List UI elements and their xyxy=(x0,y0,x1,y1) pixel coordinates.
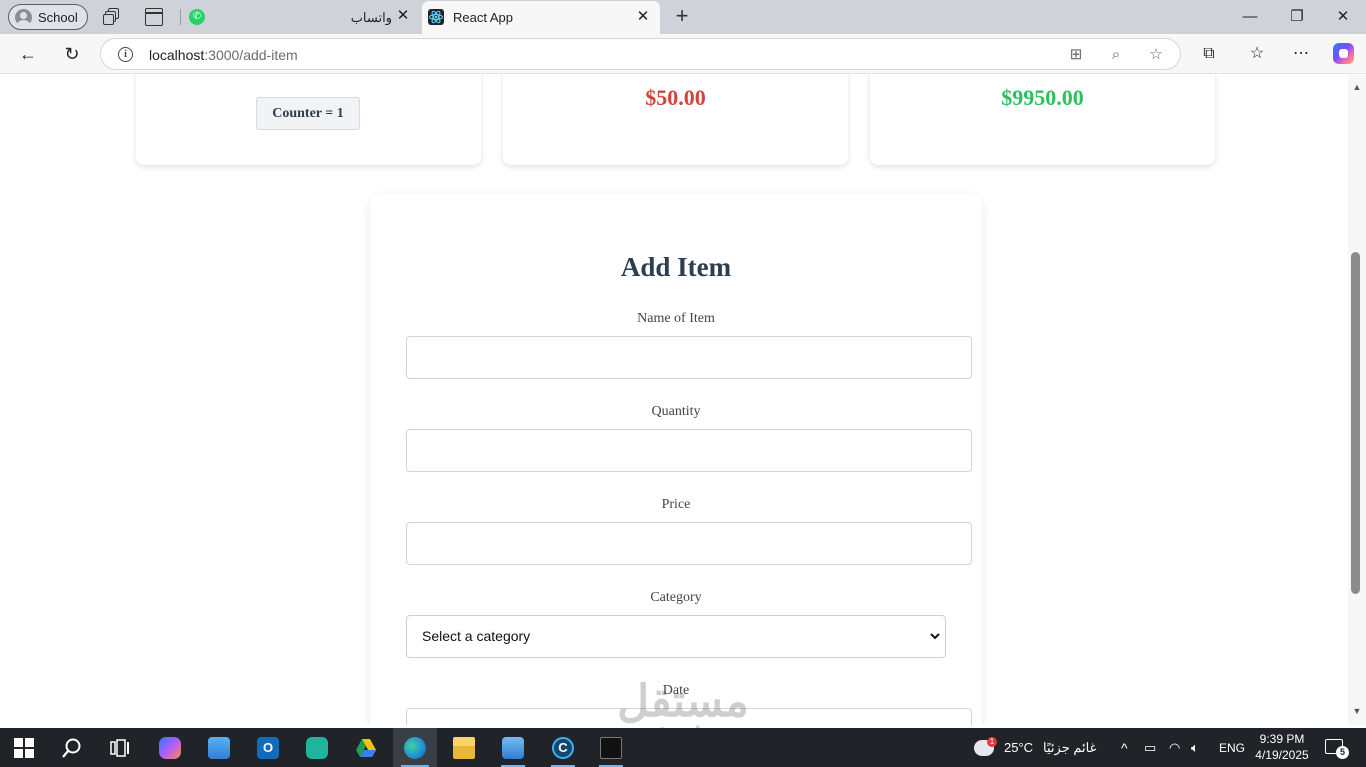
scrollbar-thumb[interactable] xyxy=(1351,252,1360,594)
app-icon xyxy=(306,736,328,759)
profile-label: School xyxy=(38,9,78,25)
page-scrollbar[interactable]: ▲ ▼ xyxy=(1348,75,1366,725)
tab-title: واتساب xyxy=(350,10,392,25)
tab-title: React App xyxy=(453,10,513,25)
system-clock[interactable]: 9:39 PM 4/19/2025 xyxy=(1250,731,1314,763)
clock-time: 9:39 PM xyxy=(1259,732,1305,746)
clock-date: 4/19/2025 xyxy=(1255,748,1309,762)
price-label: Price xyxy=(661,497,691,512)
tab-actions-icon[interactable] xyxy=(145,8,163,26)
date-input[interactable] xyxy=(406,708,972,725)
app3-button[interactable]: C xyxy=(541,728,585,767)
address-bar[interactable]: i localhost:3000/add-item ⊞ ⌕ ☆ xyxy=(100,38,1181,70)
terminal-icon xyxy=(600,736,622,759)
search-icon xyxy=(62,738,81,758)
app2-button[interactable] xyxy=(491,728,535,767)
url-path: :3000/add-item xyxy=(204,47,298,63)
info-icon[interactable]: i xyxy=(118,47,133,62)
copilot-icon[interactable] xyxy=(1333,43,1354,64)
taskbar: O C 1 25°C غائم جزئيًا ^ ▭ ◠ 🔈︎ ENG 9:39… xyxy=(0,728,1366,767)
drive-button[interactable] xyxy=(344,728,388,767)
counter-button[interactable]: Counter = 1 xyxy=(256,97,360,130)
category-select[interactable]: Select a category xyxy=(406,615,946,658)
file-explorer-button[interactable] xyxy=(442,728,486,767)
total-value: $9950.00 xyxy=(1001,85,1084,110)
back-icon[interactable]: ← xyxy=(17,43,39,65)
app-available-icon[interactable]: ⊞ xyxy=(1067,46,1085,64)
category-label: Category xyxy=(650,590,702,605)
toolbar: ← ↻ i localhost:3000/add-item ⊞ ⌕ ☆ ⧉ ☆ … xyxy=(0,34,1366,74)
minimize-icon[interactable]: — xyxy=(1239,6,1261,28)
weather-widget[interactable]: 1 25°C غائم جزئيًا xyxy=(974,728,1096,767)
zoom-icon[interactable]: ⌕ xyxy=(1107,46,1125,64)
name-label: Name of Item xyxy=(637,311,715,326)
google-drive-icon xyxy=(356,738,376,757)
task-view-button[interactable] xyxy=(98,728,142,767)
app2-icon xyxy=(502,736,524,759)
close-window-icon[interactable]: ✕ xyxy=(1332,6,1354,28)
terminal-button[interactable] xyxy=(589,728,633,767)
microsoft-store-icon xyxy=(208,736,230,759)
start-button[interactable] xyxy=(2,728,46,767)
scroll-up-icon[interactable]: ▲ xyxy=(1352,82,1362,92)
restore-icon[interactable]: ❐ xyxy=(1286,6,1308,28)
copilot-taskbar-button[interactable] xyxy=(148,728,192,767)
copilot-app-icon xyxy=(159,736,181,759)
page-viewport: Counter = 1 $50.00 $9950.00 Add Item Nam… xyxy=(0,75,1348,725)
refresh-icon[interactable]: ↻ xyxy=(61,43,83,65)
store-button[interactable] xyxy=(197,728,241,767)
chevron-down-icon xyxy=(930,633,940,640)
outlook-button[interactable]: O xyxy=(246,728,290,767)
edge-icon xyxy=(404,736,426,759)
date-label: Date xyxy=(662,683,690,698)
price-card: $50.00 xyxy=(503,75,848,165)
name-input[interactable] xyxy=(406,336,972,379)
quantity-input[interactable] xyxy=(406,429,972,472)
app-button[interactable] xyxy=(295,728,339,767)
price-input[interactable] xyxy=(406,522,972,565)
price-value: $50.00 xyxy=(645,85,706,110)
weather-temp: 25°C xyxy=(1004,740,1034,755)
close-tab-icon[interactable]: ✕ xyxy=(396,8,410,23)
search-button[interactable] xyxy=(50,728,94,767)
new-tab-icon[interactable]: + xyxy=(672,5,692,27)
scroll-down-icon[interactable]: ▼ xyxy=(1352,706,1362,716)
more-menu-icon[interactable]: ⋯ xyxy=(1291,44,1311,64)
tab-strip: School ✆ واتساب ✕ React App ✕ + — ❐ ✕ xyxy=(0,0,1366,34)
show-hidden-icons[interactable]: ^ xyxy=(1121,728,1128,767)
outlook-icon: O xyxy=(257,736,279,759)
url-host: localhost xyxy=(149,47,205,63)
tab-whatsapp[interactable]: ✆ واتساب ✕ xyxy=(186,0,420,34)
volume-icon[interactable]: 🔈︎ xyxy=(1191,728,1199,767)
avatar-icon xyxy=(15,8,32,26)
profile-button[interactable]: School xyxy=(8,4,88,30)
tab-separator xyxy=(180,9,181,25)
category-selected-value: Select a category xyxy=(422,628,531,644)
add-item-form: Add Item Name of Item Quantity Price Cat… xyxy=(370,194,982,725)
total-card: $9950.00 xyxy=(870,75,1215,165)
task-view-icon xyxy=(110,738,129,757)
form-title: Add Item xyxy=(620,252,732,282)
url-text: localhost:3000/add-item xyxy=(149,47,298,63)
whatsapp-icon: ✆ xyxy=(189,9,205,25)
favorite-star-icon[interactable]: ☆ xyxy=(1147,46,1165,64)
extensions-icon[interactable]: ⧉ xyxy=(1199,44,1219,64)
wifi-icon[interactable]: ◠ xyxy=(1169,728,1180,767)
tab-react-app[interactable]: React App ✕ xyxy=(422,1,660,34)
notification-count: 5 xyxy=(1336,746,1349,759)
weather-text: غائم جزئيًا xyxy=(1043,739,1097,755)
react-icon xyxy=(428,9,444,25)
folder-icon xyxy=(453,736,475,759)
counter-card: Counter = 1 xyxy=(136,75,481,165)
workspaces-icon[interactable] xyxy=(103,8,121,26)
close-tab-icon[interactable]: ✕ xyxy=(636,9,650,24)
weather-badge: 1 xyxy=(987,737,997,747)
edge-button[interactable] xyxy=(393,728,437,767)
app3-icon: C xyxy=(552,736,574,759)
quantity-label: Quantity xyxy=(651,404,701,419)
windows-logo-icon xyxy=(14,737,34,758)
language-indicator[interactable]: ENG xyxy=(1219,728,1245,767)
favorites-icon[interactable]: ☆ xyxy=(1247,44,1267,64)
battery-icon[interactable]: ▭ xyxy=(1144,728,1156,767)
